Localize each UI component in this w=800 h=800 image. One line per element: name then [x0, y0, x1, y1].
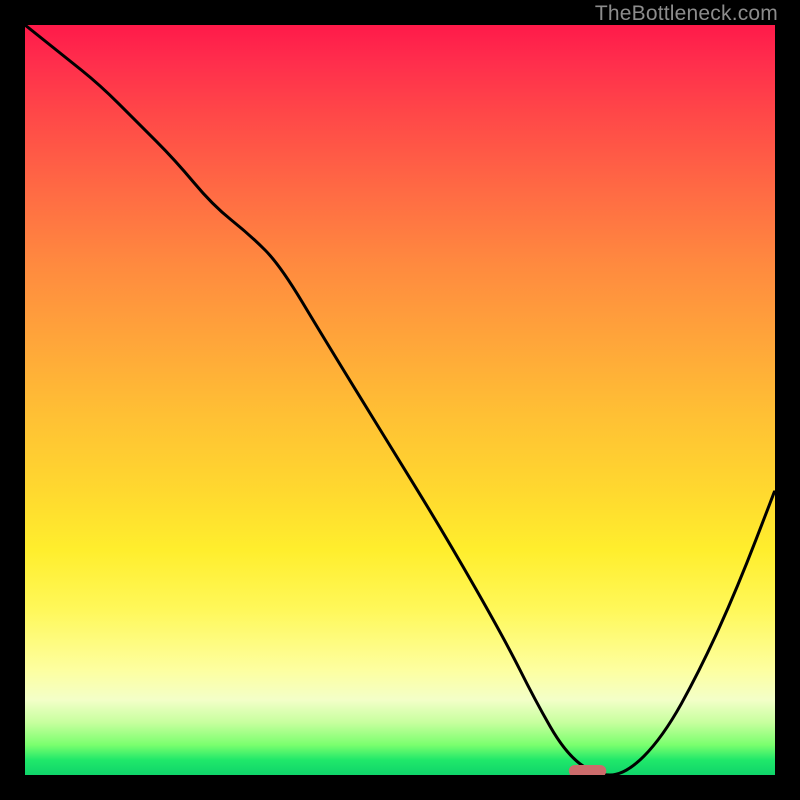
curve-svg [25, 25, 775, 775]
watermark-text: TheBottleneck.com [595, 2, 778, 26]
optimal-marker [569, 765, 607, 775]
bottleneck-curve [25, 25, 775, 775]
chart-frame: TheBottleneck.com [0, 0, 800, 800]
plot-area [25, 25, 775, 775]
